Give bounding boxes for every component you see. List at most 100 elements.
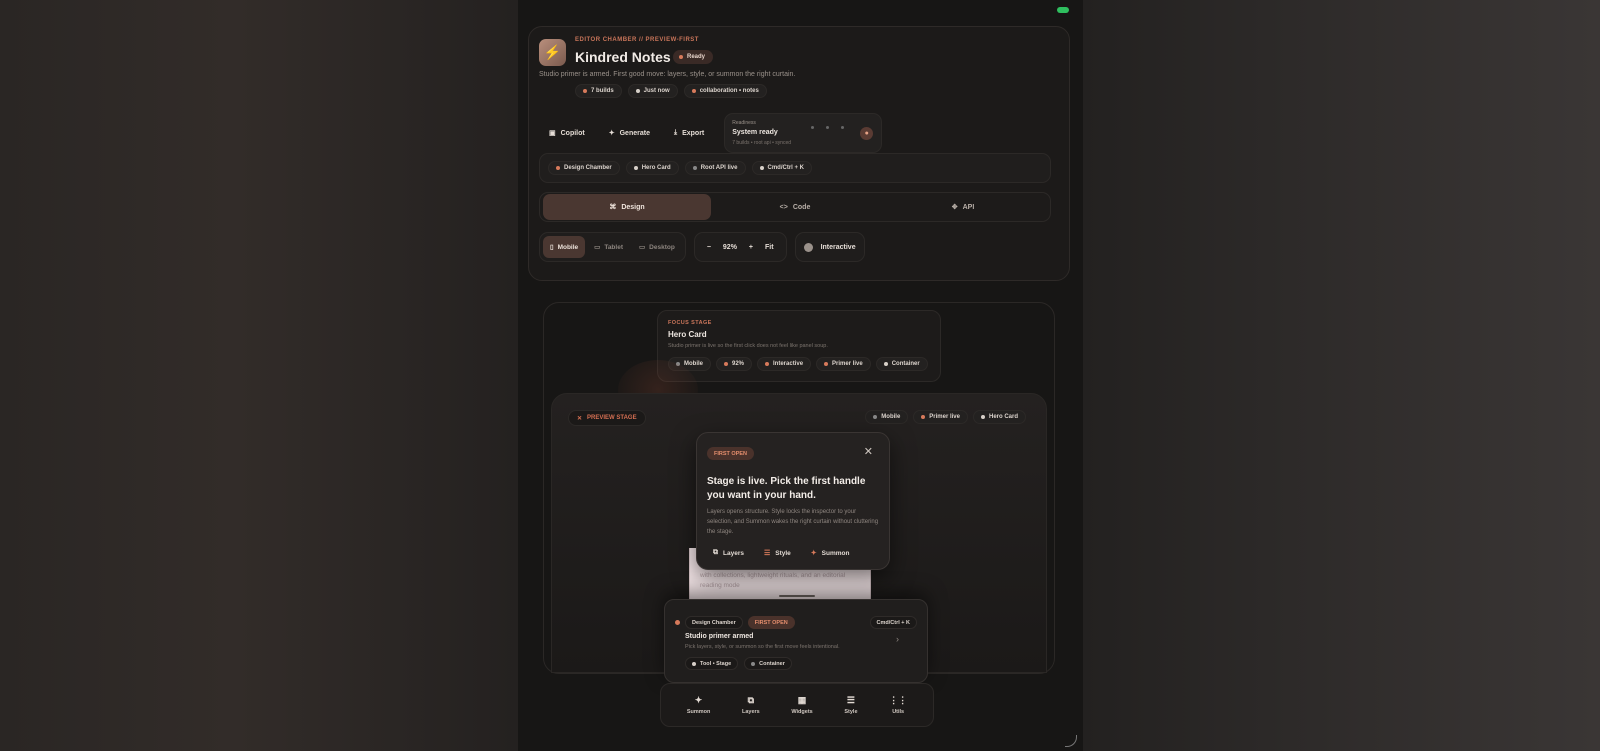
popover-layers-button[interactable]: ⧉ Layers — [705, 546, 752, 560]
crumb-shortcut[interactable]: Cmd/Ctrl + K — [751, 161, 813, 175]
crumb-hero-card[interactable]: Hero Card — [625, 161, 679, 175]
crumb-root-api[interactable]: Root API live — [684, 161, 746, 175]
device-tablet-button[interactable]: ▭ Tablet — [587, 236, 630, 258]
close-icon[interactable]: ✕ — [864, 445, 873, 458]
primer-desc: Pick layers, style, or summon so the fir… — [685, 644, 840, 650]
monitor-icon: ▭ — [639, 244, 646, 251]
preview-stage-tag: ✕ PREVIEW STAGE — [568, 410, 646, 426]
popover-body: Layers opens structure. Style locks the … — [707, 509, 879, 535]
interactive-label: Interactive — [820, 243, 856, 251]
preview-chip: Mobile — [865, 410, 909, 424]
meta-row: 7 builds Just now collaboration • notes — [575, 84, 767, 98]
tablet-icon: ▭ — [594, 244, 601, 251]
mode-tabs: ⌘ Design <> Code ✥ API — [539, 192, 1051, 222]
meta-chip-tags: collaboration • notes — [683, 84, 767, 98]
focus-desc: Studio primer is live so the first click… — [668, 343, 828, 349]
preview-chip: Primer live — [913, 410, 968, 424]
zoom-fit-button[interactable]: Fit — [765, 244, 774, 251]
copilot-button[interactable]: ▣ Copilot — [539, 122, 595, 144]
first-open-popover: FIRST OPEN ✕ Stage is live. Pick the fir… — [696, 432, 890, 570]
api-icon: ✥ — [951, 204, 958, 211]
sparkle-icon: ✦ — [694, 695, 703, 705]
status-label: Ready — [687, 54, 706, 60]
popover-style-button[interactable]: ☰ Style — [756, 546, 799, 560]
focus-chip: Interactive — [757, 357, 812, 371]
focus-chips: Mobile 92% Interactive Primer live Conta… — [668, 357, 928, 371]
focus-chip: Container — [875, 357, 928, 371]
preview-toolbar: ▯ Mobile ▭ Tablet ▭ Desktop − 92% + Fit Int… — [539, 232, 865, 262]
toggle-knob — [803, 242, 813, 252]
device-desktop-button[interactable]: ▭ Desktop — [632, 236, 682, 258]
primer-tags: Design Chamber FIRST OPEN — [685, 616, 795, 629]
primer-chips: Tool • Stage Container — [685, 657, 792, 670]
readiness-value: System ready — [732, 129, 778, 136]
readiness-label: Readiness — [732, 120, 756, 126]
primer-chip: Container — [744, 657, 792, 670]
meta-chip-time: Just now — [627, 84, 678, 98]
meta-chip-builds: 7 builds — [575, 84, 622, 98]
command-icon: ⌘ — [609, 204, 617, 211]
phone-icon: ▯ — [550, 244, 554, 251]
popover-summon-button[interactable]: ✦ Summon — [803, 546, 858, 560]
bolt-icon: ⚡ — [539, 39, 566, 66]
primer-tag: FIRST OPEN — [747, 616, 795, 629]
widgets-icon: ▦ — [797, 695, 807, 705]
zoom-out-button[interactable]: − — [707, 244, 711, 251]
crumb-design-chamber[interactable]: Design Chamber — [548, 161, 620, 175]
interactive-toggle[interactable]: Interactive — [794, 232, 865, 262]
layers-icon: ⧉ — [747, 695, 755, 705]
status-badge: Ready — [673, 50, 714, 64]
sparkle-icon: ✦ — [810, 550, 817, 557]
eyebrow-label: EDITOR CHAMBER // PREVIEW-FIRST — [575, 37, 699, 43]
backdrop-right — [1083, 0, 1600, 751]
resize-corner-icon[interactable] — [1065, 735, 1077, 747]
dock-widgets[interactable]: ▦ Widgets — [791, 695, 812, 715]
download-icon: ⤓ — [673, 129, 678, 136]
dock-summon[interactable]: ✦ Summon — [687, 695, 711, 715]
tab-code[interactable]: <> Code — [711, 194, 879, 220]
studio-primer-sheet[interactable]: Design Chamber FIRST OPEN Cmd/Ctrl + K S… — [664, 595, 928, 683]
sparkle-icon: ✦ — [608, 130, 615, 137]
bottom-dock: ✦ Summon ⧉ Layers ▦ Widgets ☰ Style ⋮⋮ Utils — [660, 683, 934, 727]
style-icon: ☰ — [763, 550, 771, 557]
battery-icon — [1057, 7, 1069, 13]
project-subtitle: Studio primer is armed. First good move:… — [539, 71, 796, 78]
focus-eyebrow: FOCUS STAGE — [668, 320, 712, 326]
tab-design[interactable]: ⌘ Design — [543, 194, 711, 220]
grid-icon: ⋮⋮ — [889, 695, 908, 705]
primer-chip: Tool • Stage — [685, 657, 739, 670]
dock-style[interactable]: ☰ Style — [844, 695, 857, 715]
device-frame: ⚡ EDITOR CHAMBER // PREVIEW-FIRST Kindre… — [518, 0, 1083, 751]
export-button[interactable]: ⤓ Export — [664, 122, 714, 144]
generate-button[interactable]: ✦ Generate — [599, 122, 660, 144]
flame-icon[interactable]: ● — [860, 127, 874, 140]
focus-stage-card: FOCUS STAGE Hero Card Studio primer is l… — [657, 310, 941, 382]
readiness-widget[interactable]: Readiness System ready 7 builds • root a… — [724, 113, 883, 153]
popover-actions: ⧉ Layers ☰ Style ✦ Summon — [705, 546, 857, 560]
status-bar — [532, 4, 1069, 16]
zoom-in-button[interactable]: + — [749, 244, 753, 251]
zoom-control: − 92% + Fit — [693, 232, 787, 262]
readiness-sub: 7 builds • root api • synced — [732, 140, 792, 146]
status-dot-icon — [679, 55, 683, 59]
chevron-right-icon[interactable]: › — [896, 634, 899, 644]
project-title: Kindred Notes — [575, 49, 671, 65]
focus-chip: 92% — [716, 357, 753, 371]
project-header-card: ⚡ EDITOR CHAMBER // PREVIEW-FIRST Kindre… — [528, 26, 1070, 281]
breadcrumb: Design Chamber Hero Card Root API live C… — [539, 153, 1051, 183]
phone-preview-text: with collections, lightweight rituals, a… — [700, 572, 846, 589]
device-switcher: ▯ Mobile ▭ Tablet ▭ Desktop — [539, 232, 686, 262]
crosshair-icon: ✕ — [577, 415, 583, 422]
primer-title: Studio primer armed — [685, 633, 754, 640]
dock-utils[interactable]: ⋮⋮ Utils — [889, 695, 907, 715]
sliders-icon: ☰ — [846, 695, 855, 705]
device-mobile-button[interactable]: ▯ Mobile — [543, 236, 586, 258]
primer-tag: Design Chamber — [685, 616, 743, 629]
focus-title: Hero Card — [668, 330, 707, 339]
tab-api[interactable]: ✥ API — [879, 194, 1047, 220]
backdrop-left — [0, 0, 518, 751]
readiness-pips — [811, 126, 845, 129]
action-row: ▣ Copilot ✦ Generate ⤓ Export Readiness Sys… — [539, 113, 883, 153]
dock-layers[interactable]: ⧉ Layers — [742, 695, 760, 715]
primer-status-dot-icon — [675, 620, 680, 625]
